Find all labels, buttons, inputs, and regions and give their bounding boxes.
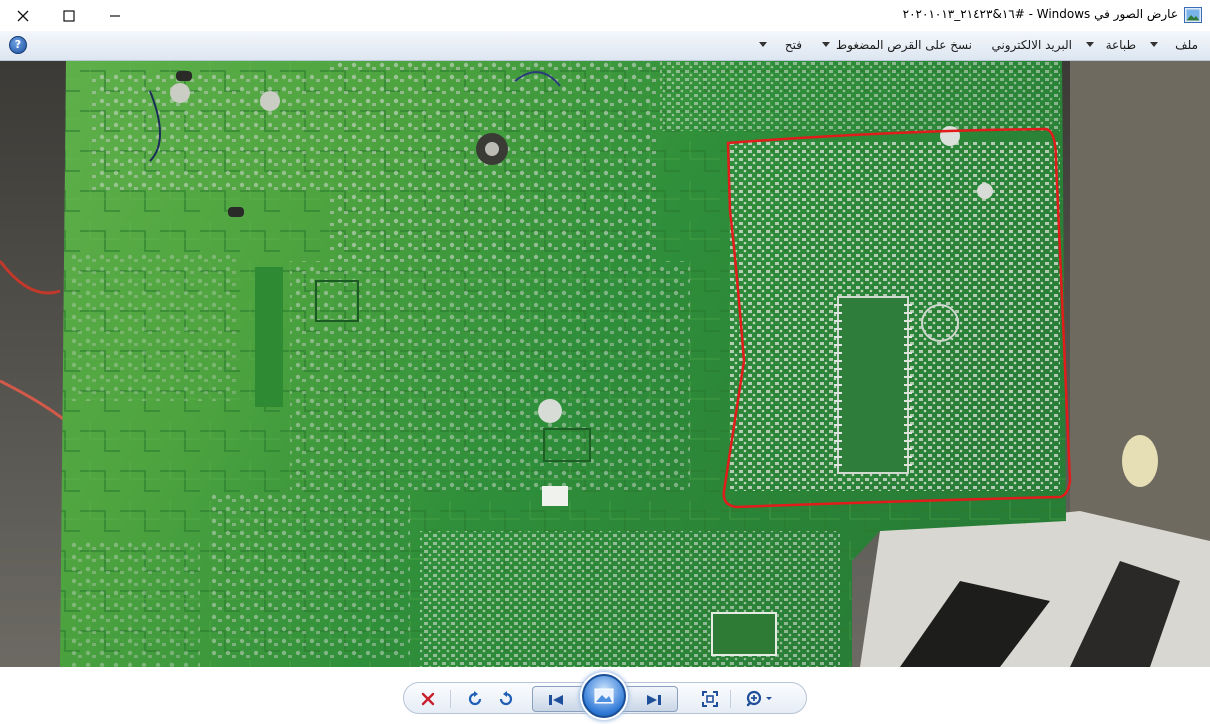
help-button[interactable]: ? [9, 36, 27, 54]
minimize-icon [110, 14, 120, 17]
toolbar-separator [450, 690, 451, 708]
delete-button[interactable] [415, 687, 441, 711]
menu-burn-chevron-down-icon[interactable] [822, 42, 830, 47]
rotate-counterclockwise-icon [499, 691, 513, 706]
window-title: عارض الصور في Windows - #١٦&٢١٤٢٣_٢٠٢٠١٠… [902, 7, 1178, 21]
rotate-counterclockwise-button[interactable] [493, 687, 519, 711]
command-bar: ملف طباعة البريد الالكتروني نسخ على القر… [0, 31, 1210, 61]
toolbar-separator [730, 690, 731, 708]
circuit-board-photo [0, 61, 1210, 667]
zoom-in-icon [746, 690, 772, 707]
photo-viewer-app-icon [1184, 7, 1202, 23]
minimize-window-button[interactable] [92, 0, 138, 31]
previous-button[interactable] [543, 688, 569, 712]
next-button[interactable] [641, 688, 667, 712]
close-window-button[interactable] [0, 0, 46, 31]
maximize-icon [63, 9, 75, 22]
rotate-clockwise-icon [468, 691, 482, 706]
menu-file[interactable]: ملف [1175, 38, 1198, 52]
actual-size-button[interactable] [697, 687, 723, 711]
rotate-clockwise-button[interactable] [462, 687, 488, 711]
next-icon [647, 695, 661, 705]
menu-file-chevron-down-icon[interactable] [1150, 42, 1158, 47]
close-icon [17, 10, 29, 21]
actual-size-icon [702, 691, 718, 707]
photo-view[interactable] [0, 61, 1210, 667]
menu-email[interactable]: البريد الالكتروني [991, 38, 1072, 52]
menu-burn[interactable]: نسخ على القرص المضغوط [836, 38, 972, 52]
zoom-button[interactable] [744, 687, 778, 711]
slideshow-button[interactable] [582, 674, 626, 718]
menu-print[interactable]: طباعة [1106, 38, 1136, 52]
menu-open-chevron-down-icon[interactable] [759, 42, 767, 47]
menu-print-chevron-down-icon[interactable] [1086, 42, 1094, 47]
previous-icon [549, 695, 563, 705]
delete-x-icon [421, 692, 435, 706]
menu-open[interactable]: فتح [785, 38, 802, 52]
title-bar: عارض الصور في Windows - #١٦&٢١٤٢٣_٢٠٢٠١٠… [0, 0, 1210, 31]
maximize-window-button[interactable] [46, 0, 92, 31]
slideshow-icon [594, 688, 614, 704]
